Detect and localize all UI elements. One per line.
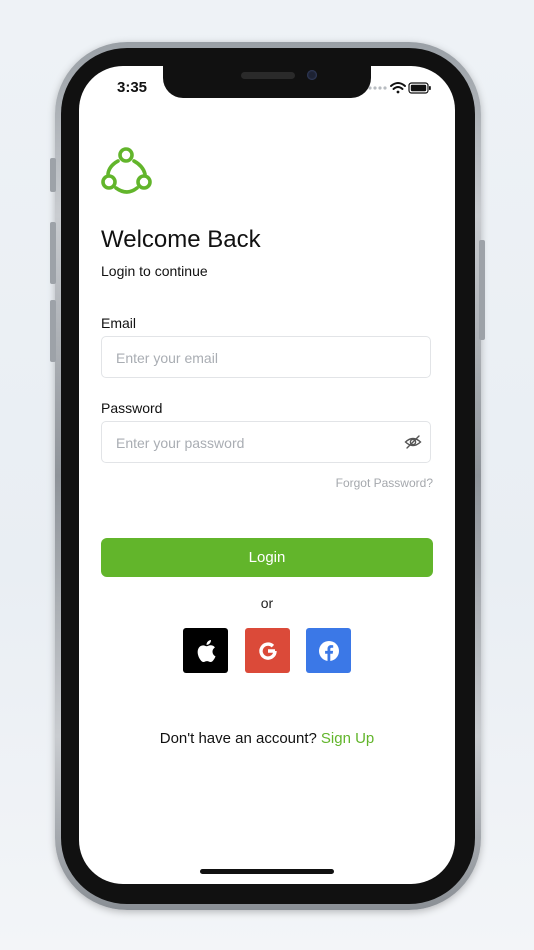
battery-icon (408, 82, 431, 94)
password-label: Password (101, 400, 163, 416)
password-field[interactable] (114, 422, 408, 464)
status-icons (367, 80, 431, 94)
or-divider: or (260, 595, 274, 611)
side-button-left-2 (50, 222, 56, 284)
password-field-container (101, 421, 431, 464)
apple-icon (197, 639, 215, 662)
signup-prompt-text: Don't have an account? (159, 730, 317, 747)
login-button[interactable]: Login (101, 538, 433, 577)
status-time: 3:35 (117, 79, 148, 96)
notch (163, 66, 371, 98)
signup-prompt: Don't have an account? Sign Up (79, 730, 455, 747)
email-label: Email (101, 315, 137, 331)
email-field-container (101, 336, 431, 379)
page-title: Welcome Back (101, 226, 261, 253)
apple-login-button[interactable] (183, 628, 228, 673)
signal-dots-icon (368, 86, 387, 90)
google-login-button[interactable] (245, 628, 290, 673)
facebook-icon (318, 640, 339, 661)
front-camera (307, 70, 317, 80)
google-icon (258, 641, 277, 660)
facebook-login-button[interactable] (306, 628, 351, 673)
page-subtitle: Login to continue (101, 263, 208, 279)
signup-link[interactable]: Sign Up (321, 730, 374, 747)
side-button-left-1 (50, 158, 56, 192)
wifi-icon (390, 82, 406, 94)
forgot-password-link[interactable]: Forgot Password? (336, 476, 433, 490)
side-button-right (479, 240, 485, 340)
side-button-left-3 (50, 300, 56, 362)
share-nodes-icon (99, 144, 155, 200)
app-screen: 3:35 Welcome Back Login to continue Emai… (79, 66, 455, 884)
eye-off-icon[interactable] (404, 434, 422, 450)
home-indicator (200, 869, 334, 874)
speaker (241, 72, 295, 79)
email-field[interactable] (114, 337, 408, 379)
